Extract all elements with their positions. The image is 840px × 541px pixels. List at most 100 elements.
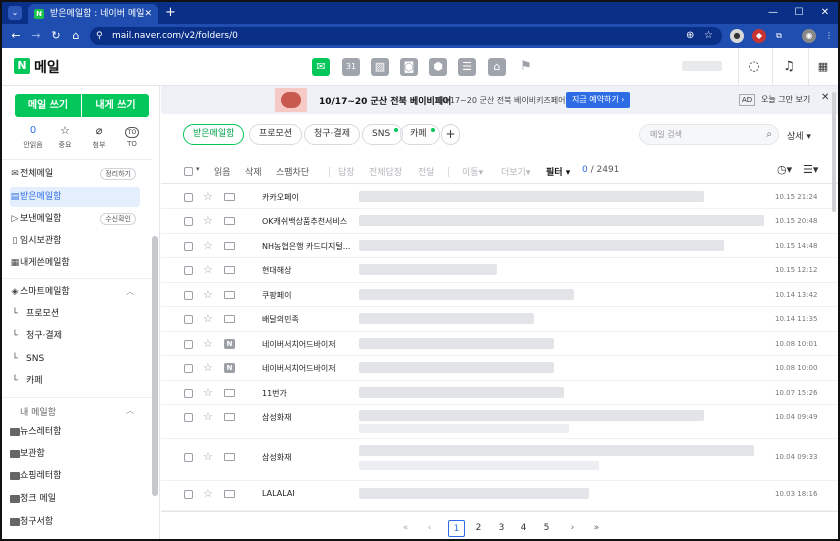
mybox-service-icon[interactable]: ⬢ (429, 58, 447, 76)
star-icon[interactable]: ☆ (203, 410, 213, 423)
new-tab-button[interactable]: + (165, 4, 176, 22)
select-dropdown-icon[interactable]: ▾ (196, 165, 200, 173)
delete-button[interactable]: 삭제 (245, 165, 262, 178)
page-2[interactable]: 2 (470, 520, 487, 537)
bookmark-star-icon[interactable]: ☆ (704, 27, 713, 45)
minimize-icon[interactable]: — (760, 2, 786, 24)
reply-button[interactable]: 답장 (338, 165, 355, 178)
envelope-icon[interactable] (224, 315, 235, 323)
home-service-icon[interactable]: ⌂ (488, 58, 506, 76)
sidebar-item-smart-mail[interactable]: ◈ 스마트메일함 ︿ (10, 282, 140, 302)
last-page-icon[interactable]: » (588, 520, 605, 537)
mail-logo-text[interactable]: 메일 (34, 57, 60, 77)
site-info-icon[interactable]: ⚲ (96, 27, 103, 45)
extension-icon[interactable]: ● (730, 29, 744, 43)
row-checkbox[interactable] (184, 389, 193, 398)
add-chip-button[interactable]: + (441, 124, 460, 145)
row-checkbox[interactable] (184, 266, 193, 275)
home-icon[interactable]: ⌂ (66, 24, 86, 48)
select-all-checkbox[interactable] (184, 167, 193, 176)
memo-service-icon[interactable]: ☰ (458, 58, 476, 76)
star-icon[interactable]: ☆ (203, 386, 213, 399)
sidebar-item-sent[interactable]: ▷ 보낸메일함 수신확인 (10, 209, 140, 229)
page-scrollbar[interactable] (832, 92, 836, 212)
tab-close-icon[interactable]: ✕ (144, 4, 152, 24)
quick-important[interactable]: ☆ 중요 (49, 124, 81, 150)
chip-sns[interactable]: SNS (362, 124, 404, 145)
sidebar-item-drafts[interactable]: ▯ 임시보관함 (10, 231, 140, 251)
sidebar-item-promotion[interactable]: └ 프로모션 (10, 304, 140, 324)
mail-row[interactable]: ☆ 11번가 10.07 15:26 (161, 381, 838, 405)
url-bar[interactable]: ⚲ mail.naver.com/v2/folders/0 ⊕ ☆ (90, 27, 722, 45)
forward-icon[interactable]: → (26, 24, 46, 48)
move-button[interactable]: 이동▾ (462, 165, 483, 178)
mail-service-icon[interactable]: ✉ (312, 58, 330, 76)
envelope-icon[interactable] (224, 490, 235, 498)
more-button[interactable]: 더보기▾ (501, 165, 530, 178)
mail-row[interactable]: ☆ 쿠팡페이 10.14 13:42 (161, 283, 838, 307)
star-icon[interactable]: ☆ (203, 239, 213, 252)
reply-all-button[interactable]: 전체답장 (369, 165, 402, 178)
detail-search-button[interactable]: 상세 ▾ (787, 129, 811, 142)
row-checkbox[interactable] (184, 453, 193, 462)
next-page-icon[interactable]: › (564, 520, 581, 537)
sidebar-item-inbox[interactable]: ▤ 받은메일함 (10, 187, 140, 207)
chip-promotion[interactable]: 프로모션 (249, 124, 303, 145)
organize-button[interactable]: 정리하기 (100, 168, 136, 180)
naver-logo-icon[interactable]: N (14, 58, 30, 74)
sidebar-item-cafe[interactable]: └ 카페 (10, 371, 140, 391)
search-input[interactable]: 메일 검색 ⌕ (639, 124, 779, 145)
mark-read-button[interactable]: 읽음 (214, 165, 231, 178)
row-checkbox[interactable] (184, 315, 193, 324)
page-1[interactable]: 1 (448, 520, 465, 537)
mail-row[interactable]: ☆ NH농협은행 카드디지털... 10.15 14:48 (161, 234, 838, 258)
banner-reserve-button[interactable]: 지금 예약하기 › (566, 92, 631, 108)
extensions-puzzle-icon[interactable]: ⧉ (772, 29, 786, 43)
mail-row[interactable]: ☆ 카카오페이 10.15 21:24 (161, 185, 838, 209)
first-page-icon[interactable]: « (397, 520, 414, 537)
envelope-icon[interactable] (224, 242, 235, 250)
star-icon[interactable]: ☆ (203, 190, 213, 203)
star-icon[interactable]: ☆ (203, 263, 213, 276)
folder-newsletter[interactable]: 뉴스레터함 (10, 422, 140, 442)
folder-bills[interactable]: 청구서함 (10, 512, 140, 532)
envelope-icon[interactable] (224, 291, 235, 299)
reload-icon[interactable]: ↻ (46, 24, 66, 48)
star-icon[interactable]: ☆ (203, 450, 213, 463)
envelope-icon[interactable] (224, 193, 235, 201)
row-checkbox[interactable] (184, 340, 193, 349)
forward-button[interactable]: 전달 (418, 165, 435, 178)
envelope-icon[interactable] (224, 453, 235, 461)
chip-cafe[interactable]: 카페 (400, 124, 440, 145)
row-checkbox[interactable] (184, 193, 193, 202)
row-checkbox[interactable] (184, 217, 193, 226)
row-checkbox[interactable] (184, 364, 193, 373)
mail-row[interactable]: ☆ 삼성화재 10.04 09:33 (161, 439, 838, 481)
sidebar-item-self-mail[interactable]: ▦ 내게쓴메일함 (10, 253, 140, 273)
filter-button[interactable]: 필터 ▾ (546, 165, 570, 178)
quick-to-me[interactable]: TO TO (116, 124, 148, 148)
tab-search-button[interactable]: ⌄ (8, 6, 22, 20)
apps-grid-icon[interactable]: ▦ (812, 56, 834, 78)
profile-avatar-icon[interactable]: ◉ (802, 29, 816, 43)
mail-row[interactable]: ☆ 삼성화재 10.04 09:49 (161, 405, 838, 439)
page-4[interactable]: 4 (515, 520, 532, 537)
row-checkbox[interactable] (184, 242, 193, 251)
chevron-up-icon[interactable]: ︿ (126, 405, 134, 416)
list-view-icon[interactable]: ☰▾ (803, 163, 818, 176)
back-icon[interactable]: ← (6, 24, 26, 48)
photo-service-icon[interactable]: ▨ (371, 58, 389, 76)
my-mailbox-header[interactable]: 내 메일함 ︿ (20, 405, 134, 418)
ad-banner[interactable]: 10/17~20 군산 전북 베이비페어 10/17~20 군산 전북 베이비키… (161, 86, 838, 114)
read-receipt-button[interactable]: 수신확인 (100, 213, 136, 225)
mail-row[interactable]: ☆ OK캐쉬백상품추천서비스 10.15 20:48 (161, 209, 838, 234)
clock-sort-icon[interactable]: ◷▾ (777, 163, 792, 176)
sidebar-item-sns[interactable]: └ SNS (10, 349, 140, 369)
row-checkbox[interactable] (184, 413, 193, 422)
page-3[interactable]: 3 (493, 520, 510, 537)
chip-billing[interactable]: 청구·결제 (304, 124, 360, 145)
mail-row[interactable]: ☆ LALALAI 10.03 18:16 (161, 481, 838, 511)
page-5[interactable]: 5 (538, 520, 555, 537)
star-icon[interactable]: ☆ (203, 312, 213, 325)
mail-row[interactable]: ☆ 배달의민족 10.14 11:35 (161, 307, 838, 332)
